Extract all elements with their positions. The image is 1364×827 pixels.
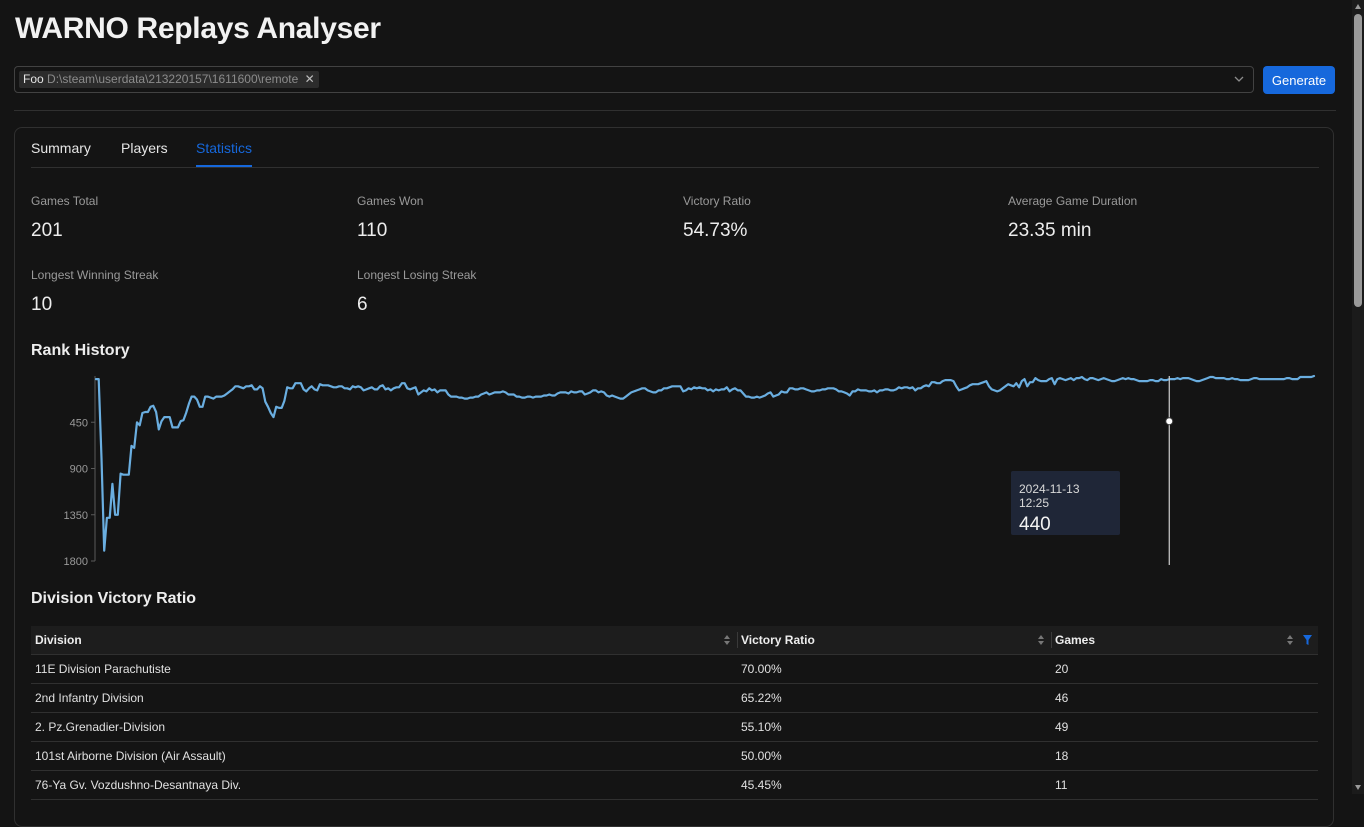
tab-summary[interactable]: Summary	[31, 140, 91, 167]
rank-line	[94, 374, 1316, 552]
column-header-games[interactable]: Games	[1051, 626, 1318, 655]
stat-label: Longest Winning Streak	[31, 268, 159, 282]
games-cell: 49	[1051, 712, 1318, 742]
stat-value: 10	[31, 294, 53, 315]
sort-icon[interactable]	[1286, 634, 1294, 646]
stat-average-duration: Average Game Duration 23.35 min	[1008, 194, 1137, 242]
scroll-down-icon[interactable]	[1355, 785, 1361, 790]
generate-button[interactable]: Generate	[1263, 66, 1335, 94]
stat-value: 201	[31, 220, 63, 241]
division-cell: 2nd Infantry Division	[31, 683, 737, 713]
division-cell: 76-Ya Gv. Vozdushno-Desantnaya Div.	[31, 770, 737, 800]
tab-players[interactable]: Players	[121, 140, 168, 167]
games-cell: 46	[1051, 683, 1318, 713]
tab-statistics[interactable]: Statistics	[196, 140, 253, 167]
stat-victory-ratio: Victory Ratio 54.73%	[683, 194, 751, 242]
stat-label: Average Game Duration	[1008, 194, 1138, 208]
victory-ratio-cell: 70.00%	[737, 654, 1051, 684]
stat-longest-winning-streak: Longest Winning Streak 10	[31, 268, 158, 316]
chart-tooltip: 2024-11-13 12:25 440	[1011, 471, 1120, 535]
stat-value: 110	[357, 220, 388, 241]
victory-ratio-cell: 50.00%	[737, 741, 1051, 771]
y-tick-label: 900	[70, 464, 88, 476]
table-row[interactable]: 11E Division Parachutiste 70.00% 20	[31, 654, 1318, 684]
column-label: Division	[35, 633, 82, 647]
folder-tag-name: Foo	[23, 72, 44, 86]
division-cell: 2. Pz.Grenadier-Division	[31, 712, 737, 742]
games-cell: 20	[1051, 654, 1318, 684]
division-table: Division Victory Ratio Games 11E Divisio…	[31, 626, 1318, 800]
table-row[interactable]: 2. Pz.Grenadier-Division 55.10% 49	[31, 712, 1318, 742]
division-victory-ratio-title: Division Victory Ratio	[31, 590, 197, 607]
replay-folder-select[interactable]: Foo D:\steam\userdata\213220157\1611600\…	[14, 66, 1254, 93]
filter-icon[interactable]	[1303, 635, 1312, 645]
folder-tag: Foo D:\steam\userdata\213220157\1611600\…	[19, 71, 319, 88]
table-row[interactable]: 76-Ya Gv. Vozdushno-Desantnaya Div. 45.4…	[31, 770, 1318, 800]
column-header-victory-ratio[interactable]: Victory Ratio	[737, 626, 1051, 655]
games-cell: 18	[1051, 741, 1318, 771]
rank-history-title: Rank History	[31, 342, 130, 359]
stat-longest-losing-streak: Longest Losing Streak 6	[357, 268, 476, 316]
stat-games-total: Games Total 201	[31, 194, 98, 242]
victory-ratio-cell: 65.22%	[737, 683, 1051, 713]
column-label: Victory Ratio	[741, 633, 815, 647]
scrollbar-thumb[interactable]	[1354, 14, 1362, 307]
tooltip-value: 440	[1019, 514, 1051, 535]
table-row[interactable]: 2nd Infantry Division 65.22% 46	[31, 683, 1318, 713]
victory-ratio-cell: 55.10%	[737, 712, 1051, 742]
table-row[interactable]: 101st Airborne Division (Air Assault) 50…	[31, 741, 1318, 771]
scroll-up-icon[interactable]	[1355, 4, 1361, 9]
highlight-point	[1165, 417, 1174, 426]
stat-games-won: Games Won 110	[357, 194, 423, 242]
y-tick-label: 1800	[64, 556, 88, 568]
app-title: WARNO Replays Analyser	[15, 12, 381, 45]
stat-label: Games Won	[357, 194, 424, 208]
column-label: Games	[1055, 633, 1096, 647]
stat-label: Games Total	[31, 194, 99, 208]
close-icon[interactable]: ✕	[305, 72, 315, 86]
folder-tag-path: D:\steam\userdata\213220157\1611600\remo…	[47, 72, 299, 86]
y-tick-label: 1350	[64, 510, 88, 522]
column-header-division[interactable]: Division	[31, 626, 737, 655]
sort-icon[interactable]	[1037, 634, 1045, 646]
victory-ratio-cell: 45.45%	[737, 770, 1051, 800]
stat-label: Victory Ratio	[683, 194, 751, 208]
column-separator	[737, 632, 738, 648]
divider	[14, 110, 1336, 111]
y-tick-label: 450	[70, 417, 88, 429]
division-cell: 11E Division Parachutiste	[31, 654, 737, 684]
chevron-down-icon[interactable]	[1233, 73, 1245, 85]
stat-label: Longest Losing Streak	[357, 268, 477, 282]
division-cell: 101st Airborne Division (Air Assault)	[31, 741, 737, 771]
rank-history-chart[interactable]: 450 900 1350 1800	[30, 371, 1320, 571]
sort-icon[interactable]	[723, 634, 731, 646]
page-scrollbar[interactable]	[1352, 0, 1364, 794]
stat-value: 23.35 min	[1008, 220, 1092, 241]
games-cell: 11	[1051, 770, 1318, 800]
table-header-row: Division Victory Ratio Games	[31, 626, 1318, 655]
column-separator	[1051, 632, 1052, 648]
stat-value: 6	[357, 294, 368, 315]
tooltip-date: 2024-11-13 12:25	[1019, 482, 1080, 510]
stat-value: 54.73%	[683, 220, 748, 241]
tab-bar: Summary Players Statistics	[31, 140, 1319, 168]
